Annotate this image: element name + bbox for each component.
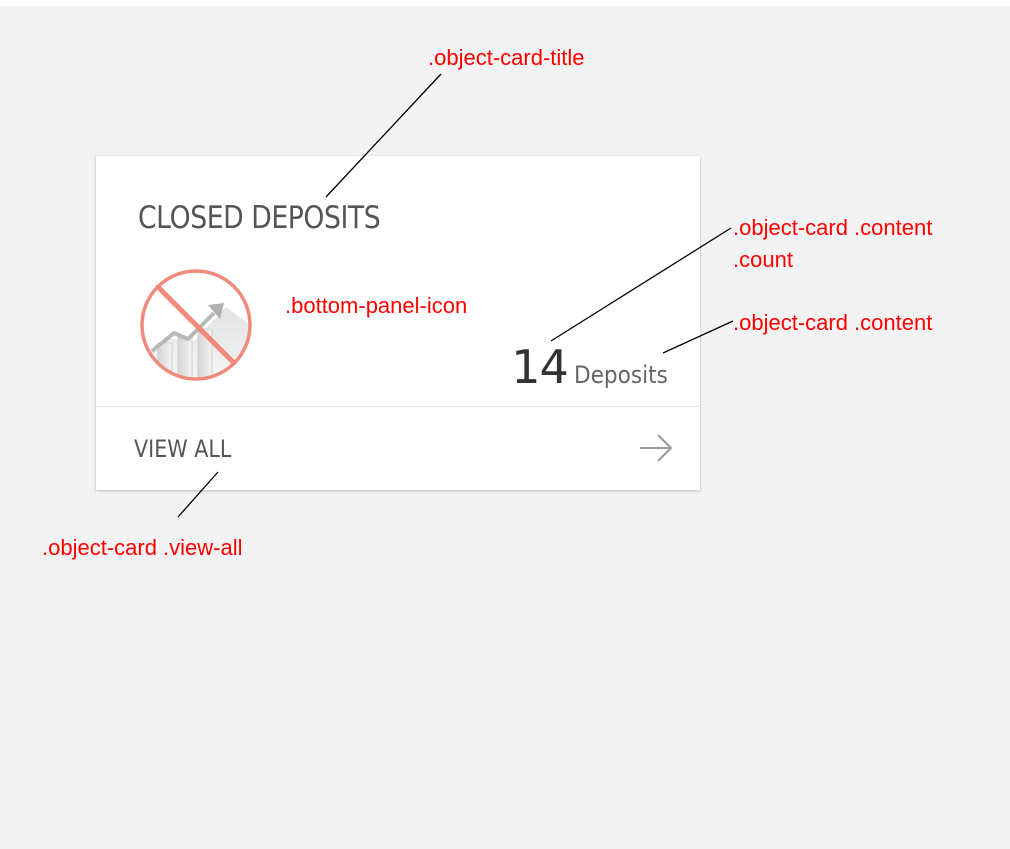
arrow-right-icon: [640, 434, 673, 462]
annotation-icon: .bottom-panel-icon: [285, 293, 468, 318]
deposit-count-unit: Deposits: [573, 361, 668, 389]
view-all-button[interactable]: VIEW ALL: [96, 407, 700, 490]
annotation-count-line2: .count: [733, 247, 793, 272]
annotation-title: .object-card-title: [428, 45, 585, 70]
deposit-count: 14: [511, 340, 569, 394]
no-deposits-chart-icon: [140, 269, 252, 381]
annotation-count-line1: .object-card .content: [733, 215, 933, 240]
object-card-content: 14 Deposits: [511, 340, 678, 394]
annotation-view-all: .object-card .view-all: [42, 535, 243, 560]
object-card-title: CLOSED DEPOSITS: [138, 200, 381, 236]
annotation-content: .object-card .content: [733, 310, 933, 335]
view-all-label: VIEW ALL: [134, 435, 232, 463]
object-card: CLOSED DEPOSITS 14 Deposits VIEW ALL: [96, 156, 700, 490]
